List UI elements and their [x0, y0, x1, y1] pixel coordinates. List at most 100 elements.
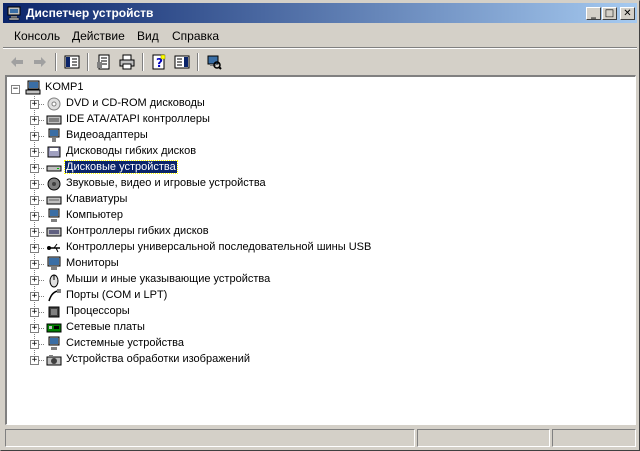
tree-item-expander[interactable]: +	[30, 276, 39, 285]
tree-item[interactable]: + Системные устройства	[7, 336, 607, 352]
show-hide-action-pane-button[interactable]	[171, 52, 193, 72]
tree-item-expander[interactable]: +	[30, 164, 39, 173]
properties-button[interactable]	[93, 52, 115, 72]
menu-action[interactable]: Действие	[72, 29, 125, 43]
tree-item[interactable]: + Мониторы	[7, 256, 607, 272]
toolbar-separator	[55, 53, 57, 71]
status-bar	[5, 429, 636, 447]
tree-item[interactable]: + Процессоры	[7, 304, 607, 320]
close-button[interactable]: ✕	[620, 7, 635, 20]
tree-connector	[39, 216, 44, 217]
tree-item[interactable]: + Клавиатуры	[7, 192, 607, 208]
floppy-controller-icon	[46, 227, 62, 237]
properties-icon	[97, 54, 110, 70]
print-button[interactable]	[116, 52, 138, 72]
usb-icon	[47, 243, 60, 253]
tree-item[interactable]: + Контроллеры универсальной последователь…	[7, 240, 607, 256]
tree-item-label[interactable]: Мыши и иные указывающие устройства	[65, 273, 271, 285]
toolbar-separator	[197, 53, 199, 71]
tree-item-label[interactable]: Клавиатуры	[65, 193, 128, 205]
show-hide-action-pane-icon	[174, 55, 190, 69]
tree-item-label[interactable]: Сетевые платы	[65, 321, 146, 333]
tree-item-label[interactable]: Видеоадаптеры	[65, 129, 149, 141]
tree-item[interactable]: + Мыши и иные указывающие устройства	[7, 272, 607, 288]
tree-connector	[39, 152, 44, 153]
processor-icon	[48, 306, 60, 318]
maximize-button[interactable]: □	[602, 7, 617, 20]
minimize-button[interactable]: _	[586, 7, 601, 20]
tree-item-label[interactable]: Контроллеры гибких дисков	[65, 225, 210, 237]
tree-root-label[interactable]: KOMP1	[44, 81, 85, 93]
scan-hardware-button[interactable]	[203, 52, 225, 72]
tree-connector	[39, 264, 44, 265]
tree-item[interactable]: + Дисководы гибких дисков	[7, 144, 607, 160]
tree-item-expander[interactable]: +	[30, 244, 39, 253]
tree-item[interactable]: + Компьютер	[7, 208, 607, 224]
tree-item[interactable]: + Видеоадаптеры	[7, 128, 607, 144]
tree-item[interactable]: + Порты (COM и LPT)	[7, 288, 607, 304]
tree-item-expander[interactable]: +	[30, 148, 39, 157]
title-bar[interactable]: Диспетчер устройств _ □ ✕	[3, 3, 637, 23]
tree-connector	[39, 248, 44, 249]
tree-item-expander[interactable]: +	[30, 228, 39, 237]
tree-connector	[39, 328, 44, 329]
tree-item-label[interactable]: Дисководы гибких дисков	[65, 145, 197, 157]
tree-item-label[interactable]: DVD и CD-ROM дисководы	[65, 97, 206, 109]
status-cell-3	[552, 429, 636, 447]
tree-item-label[interactable]: IDE ATA/ATAPI контроллеры	[65, 113, 211, 125]
tree-item-expander[interactable]: +	[30, 116, 39, 125]
tree-item-label[interactable]: Порты (COM и LPT)	[65, 289, 168, 301]
tree-item-label[interactable]: Звуковые, видео и игровые устройства	[65, 177, 267, 189]
ide-controller-icon	[46, 115, 62, 125]
tree-item[interactable]: + IDE ATA/ATAPI контроллеры	[7, 112, 607, 128]
tree-item-label[interactable]: Процессоры	[65, 305, 131, 317]
tree-item-expander[interactable]: +	[30, 324, 39, 333]
root-expander[interactable]: −	[11, 85, 20, 94]
menu-console[interactable]: Консоль	[14, 29, 60, 43]
tree-item-expander[interactable]: +	[30, 260, 39, 269]
tree-item-expander[interactable]: +	[30, 212, 39, 221]
tree-item[interactable]: + Контроллеры гибких дисков	[7, 224, 607, 240]
cdrom-icon	[47, 97, 61, 111]
mouse-icon	[49, 274, 59, 288]
tree-item-label[interactable]: Системные устройства	[65, 337, 185, 349]
menu-view[interactable]: Вид	[137, 29, 159, 43]
print-icon	[119, 54, 135, 70]
tree-connector	[39, 232, 44, 233]
tree-item-expander[interactable]: +	[30, 356, 39, 365]
tree-item-expander[interactable]: +	[30, 308, 39, 317]
system-devices-icon	[48, 336, 60, 350]
tree-item-expander[interactable]: +	[30, 340, 39, 349]
tree-item[interactable]: + Дисковые устройства	[7, 160, 607, 176]
tree-item-label[interactable]: Контроллеры универсальной последовательн…	[65, 241, 372, 253]
tree-connector	[39, 344, 44, 345]
network-card-icon	[46, 323, 62, 333]
tree-item-label[interactable]: Мониторы	[65, 257, 120, 269]
tree-item-expander[interactable]: +	[30, 100, 39, 109]
tree-item-label[interactable]: Дисковые устройства	[64, 160, 178, 174]
back-button[interactable]	[6, 52, 28, 72]
tree-item-expander[interactable]: +	[30, 180, 39, 189]
tree-connector	[39, 360, 44, 361]
tree-item-expander[interactable]: +	[30, 196, 39, 205]
help-button[interactable]: ?	[148, 52, 170, 72]
tree-item[interactable]: + Звуковые, видео и игровые устройства	[7, 176, 607, 192]
device-tree[interactable]: − KOMP1 + DVD и CD-ROM дисководы + IDE ATA/…	[5, 75, 636, 425]
tree-connector	[39, 312, 44, 313]
tree-item-expander[interactable]: +	[30, 292, 39, 301]
tree-connector	[39, 120, 44, 121]
tree-item[interactable]: + Устройства обработки изображений	[7, 352, 607, 368]
tree-item-label[interactable]: Компьютер	[65, 209, 124, 221]
tree-item-label[interactable]: Устройства обработки изображений	[65, 353, 251, 365]
display-adapter-icon	[48, 128, 60, 142]
tree-connector	[39, 200, 44, 201]
menu-help[interactable]: Справка	[172, 29, 219, 43]
tree-item-expander[interactable]: +	[30, 132, 39, 141]
show-hide-tree-button[interactable]	[61, 52, 83, 72]
forward-arrow-icon	[34, 57, 46, 67]
keyboard-icon	[46, 196, 62, 205]
forward-button[interactable]	[29, 52, 51, 72]
tree-connector	[39, 184, 44, 185]
tree-item[interactable]: + Сетевые платы	[7, 320, 607, 336]
tree-item[interactable]: + DVD и CD-ROM дисководы	[7, 96, 607, 112]
